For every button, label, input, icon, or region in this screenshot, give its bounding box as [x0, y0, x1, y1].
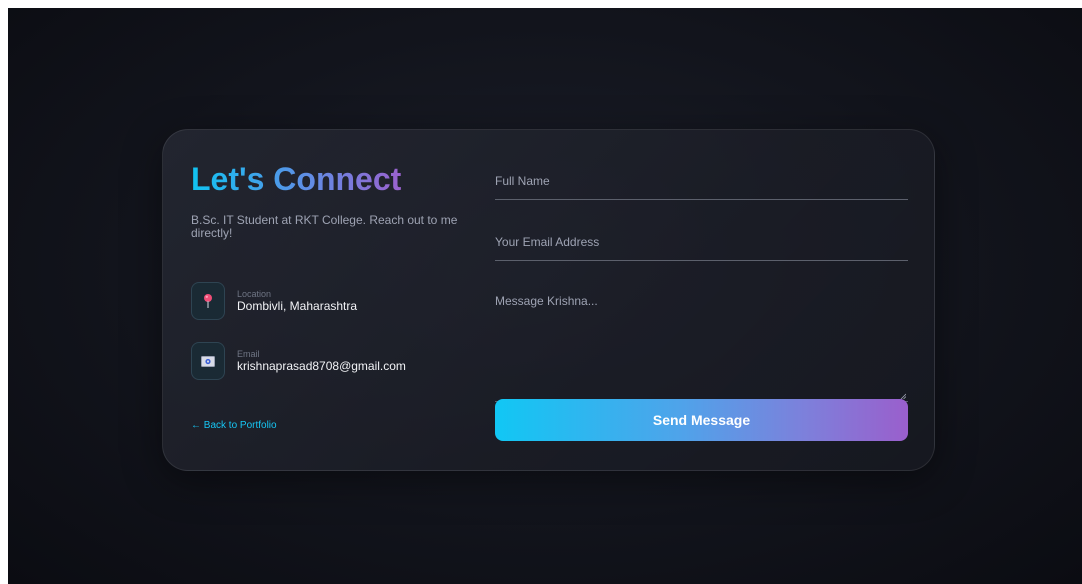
message-textarea[interactable]: [495, 294, 908, 378]
contact-info-panel: Let's Connect B.Sc. IT Student at RKT Co…: [191, 158, 461, 431]
back-to-portfolio-link[interactable]: ← Back to Portfolio: [191, 420, 277, 431]
location-info: Location Dombivli, Maharashtra: [191, 282, 357, 320]
contact-subtitle: B.Sc. IT Student at RKT College. Reach o…: [191, 213, 458, 240]
location-text: Location Dombivli, Maharashtra: [237, 289, 357, 314]
email-icon: [191, 342, 225, 380]
page-background: Let's Connect B.Sc. IT Student at RKT Co…: [8, 8, 1082, 584]
location-label: Location: [237, 288, 272, 299]
email-text: Email krishnaprasad8708@gmail.com: [237, 349, 406, 374]
email-address-field: [495, 233, 908, 261]
email-info: Email krishnaprasad8708@gmail.com: [191, 342, 406, 380]
full-name-field: [495, 172, 908, 200]
message-field: [495, 294, 908, 402]
email-address-input[interactable]: [495, 235, 908, 249]
full-name-input[interactable]: [495, 174, 908, 188]
email-label: Email: [237, 348, 260, 359]
send-message-button[interactable]: Send Message: [495, 399, 908, 441]
page-title: Let's Connect: [191, 158, 401, 200]
location-pin-icon: [191, 282, 225, 320]
contact-card: Let's Connect B.Sc. IT Student at RKT Co…: [162, 129, 935, 471]
location-value: Dombivli, Maharashtra: [237, 298, 358, 313]
email-value: krishnaprasad8708@gmail.com: [237, 358, 406, 373]
